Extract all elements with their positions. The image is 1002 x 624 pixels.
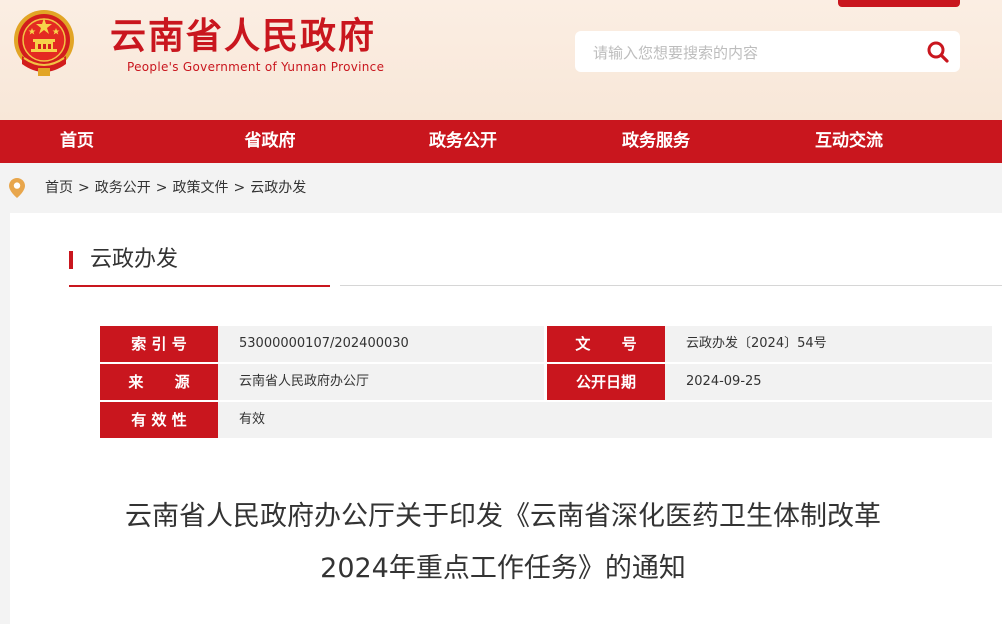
document-title-line-1: 云南省人民政府办公厅关于印发《云南省深化医药卫生体制改革	[125, 501, 881, 532]
breadcrumb-policy-documents[interactable]: 政策文件	[172, 180, 228, 196]
search-box	[575, 31, 960, 74]
site-subtitle: People's Government of Yunnan Province	[127, 60, 385, 74]
meta-value-validity: 有效	[218, 402, 992, 438]
breadcrumb: 首页 > 政务公开 > 政策文件 > 云政办发	[0, 163, 1002, 213]
section-divider	[340, 285, 1002, 286]
nav-item-government-affairs[interactable]: 政务公开	[429, 120, 497, 163]
search-button[interactable]	[922, 36, 954, 68]
nav-item-government[interactable]: 省政府	[245, 120, 296, 163]
top-link-tab[interactable]	[838, 0, 960, 7]
meta-value-source: 云南省人民政府办公厅	[218, 364, 544, 400]
meta-value-docno: 云政办发〔2024〕54号	[665, 326, 992, 362]
meta-row-source: 来 源 云南省人民政府办公厅 公开日期 2024-09-25	[100, 364, 992, 400]
meta-row-index: 索 引 号 53000000107/202400030 文 号 云政办发〔202…	[100, 326, 992, 362]
nav-item-home[interactable]: 首页	[60, 120, 94, 163]
location-pin-icon	[9, 178, 25, 198]
meta-label-date: 公开日期	[547, 364, 671, 400]
content-panel: 云政办发 索 引 号 53000000107/202400030 文 号 云政办…	[10, 213, 1002, 624]
meta-label-index: 索 引 号	[100, 326, 224, 362]
meta-label-validity: 有 效 性	[100, 402, 224, 438]
meta-row-validity: 有 效 性 有效	[100, 402, 992, 438]
national-emblem-logo[interactable]	[8, 6, 80, 80]
meta-value-index: 53000000107/202400030	[218, 326, 544, 362]
site-title[interactable]: 云南省人民政府	[110, 14, 376, 58]
breadcrumb-separator: >	[233, 180, 246, 196]
breadcrumb-separator: >	[155, 180, 168, 196]
main-nav: 首页 省政府 政务公开 政务服务 互动交流	[0, 120, 1002, 163]
document-title-line-2: 2024年重点工作任务》的通知	[320, 553, 686, 584]
section-title-underline	[69, 285, 330, 287]
nav-item-interaction[interactable]: 互动交流	[815, 120, 883, 163]
breadcrumb-government-affairs[interactable]: 政务公开	[95, 180, 151, 196]
breadcrumb-trail: 首页 > 政务公开 > 政策文件 > 云政办发	[45, 163, 306, 213]
meta-label-source: 来 源	[100, 364, 224, 400]
breadcrumb-separator: >	[78, 180, 90, 196]
breadcrumb-current[interactable]: 云政办发	[250, 180, 306, 196]
nav-item-services[interactable]: 政务服务	[622, 120, 690, 163]
breadcrumb-home[interactable]: 首页	[45, 180, 73, 196]
document-title: 云南省人民政府办公厅关于印发《云南省深化医药卫生体制改革 2024年重点工作任务…	[70, 491, 936, 595]
search-icon	[927, 41, 949, 63]
meta-value-date: 2024-09-25	[665, 364, 992, 400]
section-title: 云政办发	[69, 243, 178, 277]
site-header: 云南省人民政府 People's Government of Yunnan Pr…	[0, 0, 1002, 120]
search-input[interactable]	[591, 31, 915, 74]
meta-label-docno: 文 号	[547, 326, 671, 362]
